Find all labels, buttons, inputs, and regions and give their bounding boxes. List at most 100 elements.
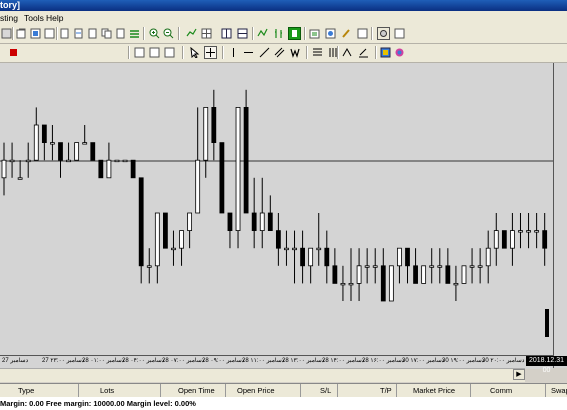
window-horizontal-icon[interactable]: [236, 27, 249, 40]
menu-bar: sting Tools Help: [0, 11, 567, 26]
col-lots[interactable]: Lots: [100, 386, 114, 395]
tester-icon[interactable]: [86, 27, 99, 40]
candle: [485, 230, 491, 284]
market-watch-icon[interactable]: [29, 27, 42, 40]
candle: [437, 248, 443, 284]
bar-chart-icon[interactable]: [272, 27, 285, 40]
auto-scroll-icon[interactable]: [128, 27, 141, 40]
candle: [219, 142, 225, 214]
candle: [332, 248, 338, 284]
col-open-time[interactable]: Open Time: [178, 386, 215, 395]
candlestick-icon[interactable]: [288, 27, 301, 40]
candle: [82, 125, 88, 145]
grid-icon[interactable]: [200, 27, 213, 40]
experts-icon[interactable]: [379, 46, 392, 59]
new-order-icon[interactable]: [308, 27, 321, 40]
terminal-icon[interactable]: [72, 27, 85, 40]
line-chart-icon[interactable]: [256, 27, 269, 40]
paste-icon[interactable]: [114, 27, 127, 40]
candle: [545, 309, 549, 337]
candle: [510, 213, 515, 266]
period-m5-icon[interactable]: [148, 46, 161, 59]
col-open-price[interactable]: Open Price: [237, 386, 275, 395]
candle: [98, 159, 104, 179]
candle: [405, 247, 410, 284]
chart-scrollbar[interactable]: [0, 368, 525, 382]
candle: [461, 265, 467, 284]
candle: [33, 107, 39, 161]
terminal-balance-row[interactable]: Margin: 0.00 Free margin: 10000.00 Margi…: [0, 397, 567, 410]
candle: [477, 248, 483, 284]
tile-windows-icon[interactable]: [185, 27, 198, 40]
candle: [397, 247, 402, 284]
menu-item-testing[interactable]: sting: [0, 13, 18, 23]
candlestick-chart[interactable]: [0, 63, 553, 355]
period-m1-icon[interactable]: [133, 46, 146, 59]
terminal-header: Type Lots Open Time Open Price S/L T/P M…: [0, 383, 567, 398]
settings-icon[interactable]: [377, 27, 390, 40]
time-tick-label: 28 ۰۷:۰۰ دسامبر: [162, 358, 205, 364]
cursor-icon[interactable]: [188, 46, 201, 59]
candle: [429, 248, 435, 284]
candle: [453, 265, 459, 301]
candle: [162, 212, 168, 249]
text-icon[interactable]: [289, 46, 302, 59]
indicators-icon[interactable]: [341, 46, 354, 59]
about-icon[interactable]: [393, 27, 406, 40]
col-type[interactable]: Type: [18, 386, 34, 395]
fibonacci-icon[interactable]: [311, 46, 324, 59]
horizontal-line-icon[interactable]: [242, 46, 255, 59]
trendline-icon[interactable]: [258, 46, 271, 59]
candle: [469, 248, 475, 284]
menu-item-help[interactable]: Help: [46, 13, 63, 23]
candle: [275, 213, 281, 266]
crosshair-icon[interactable]: [204, 46, 217, 59]
window-vertical-icon[interactable]: [220, 27, 233, 40]
candle: [340, 265, 346, 301]
col-tp[interactable]: T/P: [380, 386, 392, 395]
candle: [324, 230, 330, 284]
candle: [211, 89, 217, 161]
chart-area[interactable]: [0, 63, 553, 355]
copy-icon[interactable]: [100, 27, 113, 40]
candle: [235, 107, 241, 249]
candle: [259, 177, 265, 249]
col-sl[interactable]: S/L: [320, 386, 331, 395]
col-swap[interactable]: Swap: [551, 386, 567, 395]
zoom-in-icon[interactable]: [148, 27, 161, 40]
data-window-icon[interactable]: [43, 27, 56, 40]
period-h1-icon[interactable]: [163, 46, 176, 59]
scroll-right-button[interactable]: ▶: [513, 369, 525, 380]
time-axis: 27 دسامبر 27 ۲۳:۰۰ دسامبر 28 ۰۱:۰۰ دسامبر 2…: [0, 355, 553, 369]
channel-icon[interactable]: [273, 46, 286, 59]
menu-item-tools[interactable]: Tools: [24, 13, 44, 23]
candle: [300, 230, 305, 284]
help-icon[interactable]: [356, 27, 369, 40]
navigator-icon[interactable]: [58, 27, 71, 40]
templates-icon[interactable]: [357, 46, 370, 59]
candle: [50, 125, 55, 161]
candle: [187, 212, 193, 249]
colors-icon[interactable]: [393, 46, 406, 59]
candle: [146, 248, 152, 284]
candle: [493, 213, 499, 266]
candle: [9, 142, 15, 178]
profiles-icon[interactable]: [15, 27, 28, 40]
candle: [518, 213, 523, 249]
time-tick-label: 28 ۱۳:۰۰ دسامبر: [282, 358, 325, 364]
candle: [154, 212, 160, 284]
vertical-line-icon[interactable]: [227, 46, 240, 59]
standard-toolbar: [0, 25, 567, 44]
col-comm[interactable]: Comm: [490, 386, 512, 395]
metaeditor-icon[interactable]: [324, 27, 337, 40]
time-tick-label: 28 ۱۶:۰۰ دسامبر: [362, 358, 405, 364]
stop-icon[interactable]: [7, 46, 20, 59]
col-market-price[interactable]: Market Price: [413, 386, 455, 395]
candle: [106, 142, 112, 179]
candle: [122, 159, 128, 163]
candle: [90, 142, 96, 161]
brush-icon[interactable]: [340, 27, 353, 40]
candle: [501, 230, 507, 249]
candle: [179, 230, 184, 266]
zoom-out-icon[interactable]: [162, 27, 175, 40]
